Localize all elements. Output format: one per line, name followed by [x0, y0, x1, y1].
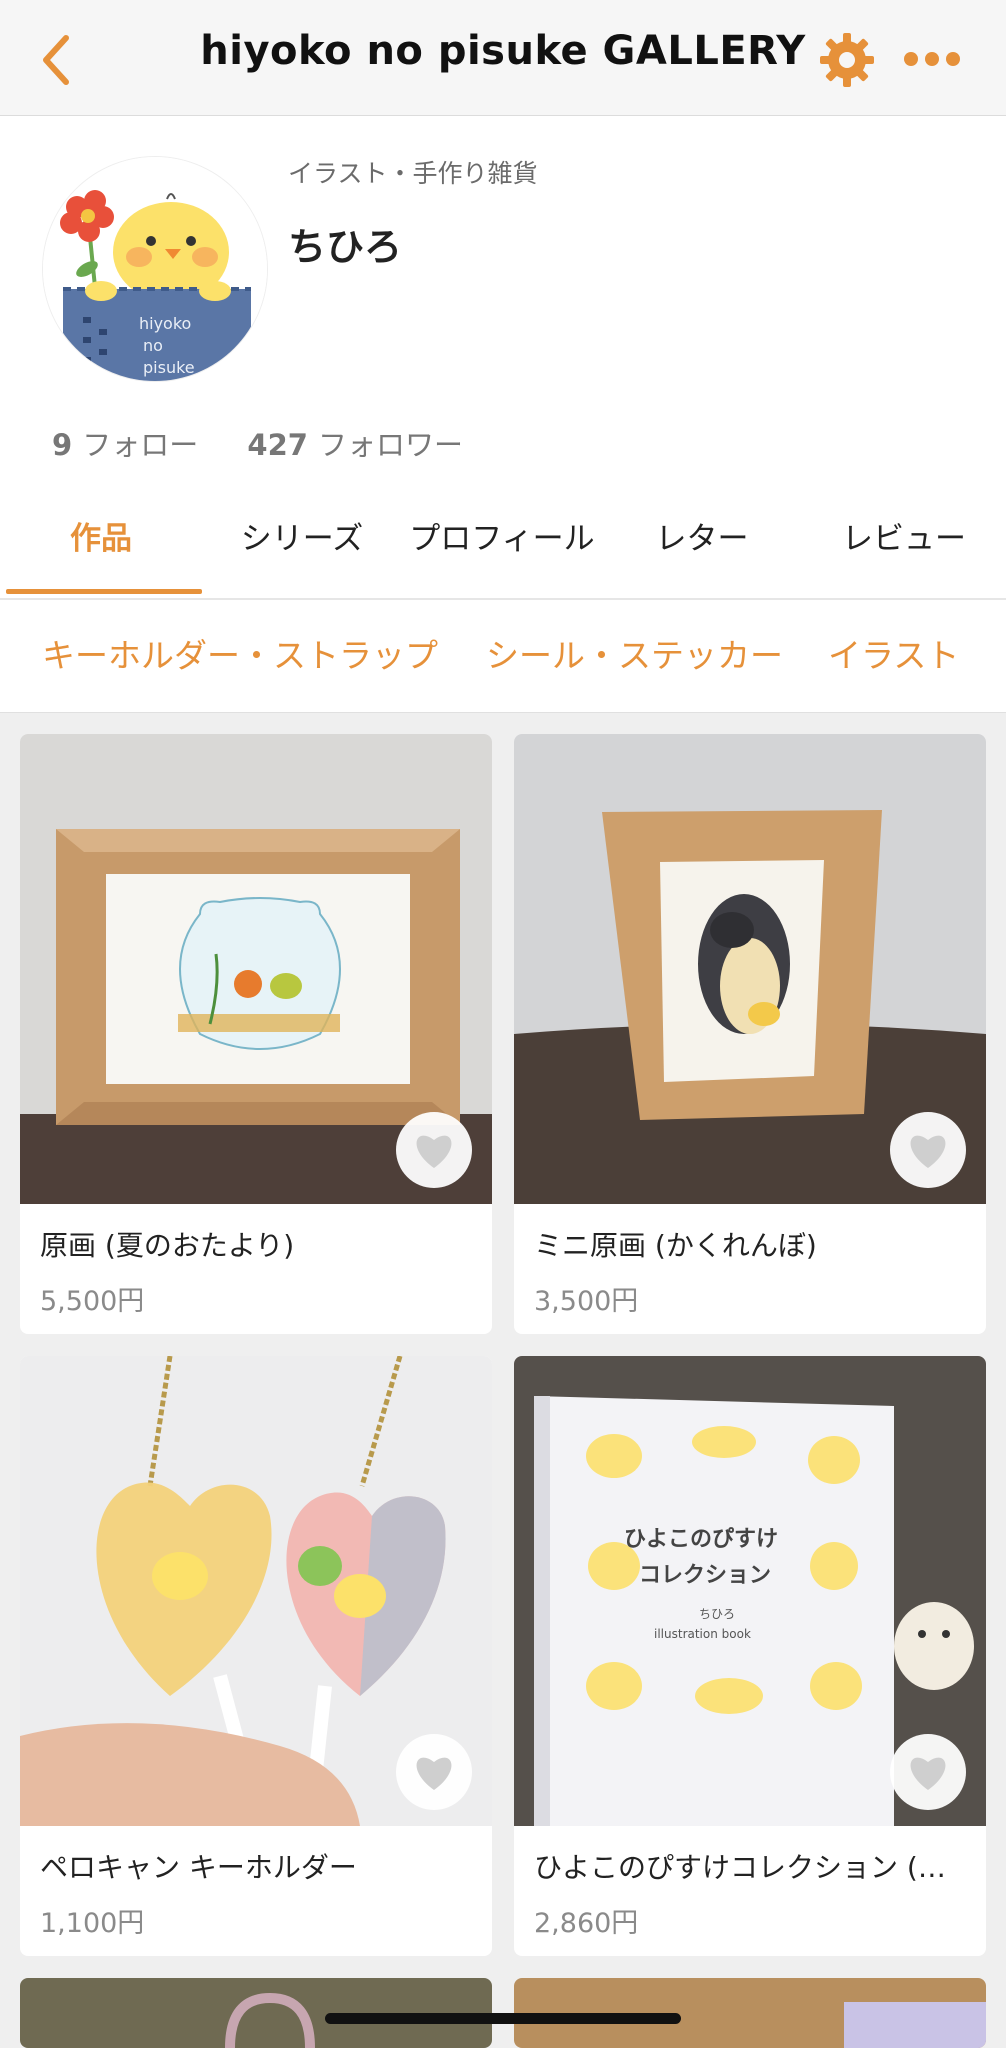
more-dots-icon[interactable] [902, 50, 962, 68]
gear-icon[interactable] [818, 31, 876, 89]
tab-review[interactable]: レビュー [802, 481, 1006, 597]
svg-text:no: no [143, 336, 163, 355]
product-card[interactable]: ペロキャン キーホルダー 1,100円 [20, 1356, 492, 1956]
favorite-button[interactable] [396, 1112, 472, 1188]
follow-count: 9 [52, 428, 73, 462]
heart-icon [416, 1135, 452, 1168]
category-keyholder-strap[interactable]: キーホルダー・ストラップ [42, 600, 438, 712]
svg-text:hiyoko: hiyoko [139, 314, 191, 333]
tab-letter[interactable]: レター [602, 481, 802, 597]
top-nav-bar: hiyoko no pisuke GALLERY [0, 0, 1006, 116]
product-title: ペロキャン キーホルダー [40, 1851, 357, 1884]
heart-icon [910, 1135, 946, 1168]
home-indicator [325, 2013, 681, 2024]
book-cover-title-2: コレクション [639, 1563, 771, 1588]
creator-category: イラスト・手作り雑貨 [288, 159, 538, 188]
follow-stats: 9 フォロー 427 フォロワー [52, 422, 503, 464]
category-sticker[interactable]: シール・ステッカー [486, 600, 783, 712]
active-tab-indicator [6, 589, 202, 594]
book-cover-title-1: ひよこのぴすけ [624, 1527, 778, 1552]
heart-icon [416, 1757, 452, 1790]
category-illustration[interactable]: イラスト [828, 600, 959, 712]
product-price: 3,500円 [534, 1286, 639, 1317]
product-title: ミニ原画 (かくれんぼ) [534, 1229, 817, 1262]
follower-count-link[interactable]: 427 フォロワー [247, 422, 463, 464]
favorite-button[interactable] [396, 1734, 472, 1810]
avatar-chick-illustration: hiyoko no pisuke [43, 157, 267, 381]
follower-count: 427 [247, 428, 308, 462]
product-card[interactable]: ひよこのぴすけ コレクション ちひろ illustration book ひよこ… [514, 1356, 986, 1956]
follower-label: フォロワー [317, 428, 463, 462]
book-cover-author: ちひろ [699, 1607, 735, 1621]
product-card[interactable]: 原画 (夏のおたより) 5,500円 [20, 734, 492, 1334]
product-title: 原画 (夏のおたより) [40, 1229, 295, 1262]
avatar[interactable]: hiyoko no pisuke [42, 156, 268, 382]
category-filter-bar: キーホルダー・ストラップ シール・ステッカー イラスト [0, 600, 1006, 713]
favorite-button[interactable] [890, 1112, 966, 1188]
profile-tabs: 作品 シリーズ プロフィール レター レビュー [0, 481, 1006, 597]
tab-works[interactable]: 作品 [0, 481, 202, 597]
follow-count-link[interactable]: 9 フォロー [52, 422, 198, 464]
product-price: 2,860円 [534, 1908, 639, 1939]
product-card[interactable]: ミニ原画 (かくれんぼ) 3,500円 [514, 734, 986, 1334]
favorite-button[interactable] [890, 1734, 966, 1810]
book-cover-subtitle: illustration book [654, 1627, 751, 1641]
product-price: 5,500円 [40, 1286, 145, 1317]
svg-text:pisuke: pisuke [143, 358, 195, 377]
creator-name: ちひろ [288, 225, 403, 269]
follow-label: フォロー [82, 428, 199, 462]
product-price: 1,100円 [40, 1908, 145, 1939]
tab-profile[interactable]: プロフィール [402, 481, 602, 597]
product-title: ひよこのぴすけコレクション (… [534, 1851, 946, 1884]
tab-series[interactable]: シリーズ [202, 481, 402, 597]
heart-icon [910, 1757, 946, 1790]
profile-section: hiyoko no pisuke イラスト・手作り雑貨 ちひろ 9 フォロー 42… [0, 116, 1006, 599]
